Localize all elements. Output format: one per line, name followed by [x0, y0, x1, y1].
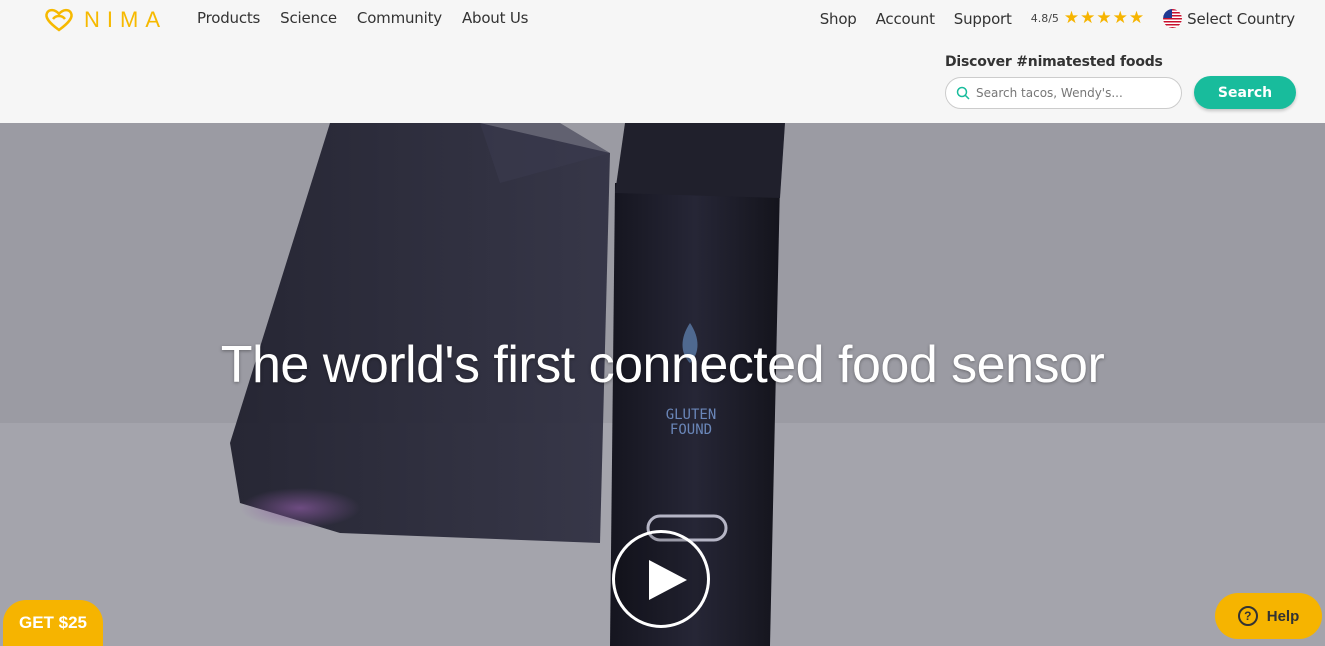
star-icon: ★: [1112, 8, 1128, 28]
nima-logo[interactable]: NIMA: [44, 6, 167, 34]
search-box: [945, 77, 1182, 109]
search-input[interactable]: [976, 86, 1181, 100]
svg-text:GLUTEN: GLUTEN: [666, 407, 717, 423]
rating-stars: ★ ★ ★ ★ ★: [1064, 10, 1144, 27]
get-25-button[interactable]: GET $25: [3, 600, 103, 646]
nav-science[interactable]: Science: [280, 9, 337, 27]
star-icon: ★: [1128, 8, 1145, 28]
help-button[interactable]: ? Help: [1215, 593, 1322, 639]
heart-logo-icon: [45, 8, 73, 32]
play-button[interactable]: [612, 530, 710, 628]
nav-community[interactable]: Community: [357, 9, 442, 27]
nav-shop[interactable]: Shop: [820, 10, 857, 28]
star-icon: ★: [1096, 8, 1112, 28]
country-label: Select Country: [1187, 9, 1295, 28]
hero-video[interactable]: GLUTEN FOUND The world's first connected…: [0, 123, 1325, 646]
rating-score: 4.8/5: [1030, 12, 1059, 25]
question-icon: ?: [1237, 606, 1258, 626]
star-icon: ★: [1063, 8, 1080, 28]
nav-support[interactable]: Support: [954, 10, 1012, 28]
site-header: NIMA Products Science Community About Us…: [0, 0, 1325, 123]
main-nav: Products Science Community About Us: [197, 9, 528, 27]
discover-heading: Discover #nimatested foods: [945, 54, 1163, 70]
search-button[interactable]: Search: [1194, 76, 1296, 109]
hero-title: The world's first connected food sensor: [220, 336, 1105, 394]
country-selector[interactable]: Select Country: [1163, 9, 1295, 28]
us-flag-icon: [1163, 9, 1183, 28]
nav-account[interactable]: Account: [876, 10, 935, 28]
svg-text:FOUND: FOUND: [670, 422, 712, 438]
nav-products[interactable]: Products: [197, 9, 260, 27]
play-icon: [649, 560, 687, 600]
rating: 4.8/5 ★ ★ ★ ★ ★: [1031, 10, 1144, 27]
help-label: Help: [1266, 607, 1300, 625]
logo-text: NIMA: [84, 7, 167, 32]
utility-nav: Shop Account Support 4.8/5 ★ ★ ★ ★ ★ Sel…: [820, 9, 1295, 28]
search-icon: [956, 86, 970, 100]
nav-about-us[interactable]: About Us: [462, 9, 529, 27]
star-icon: ★: [1080, 8, 1096, 28]
